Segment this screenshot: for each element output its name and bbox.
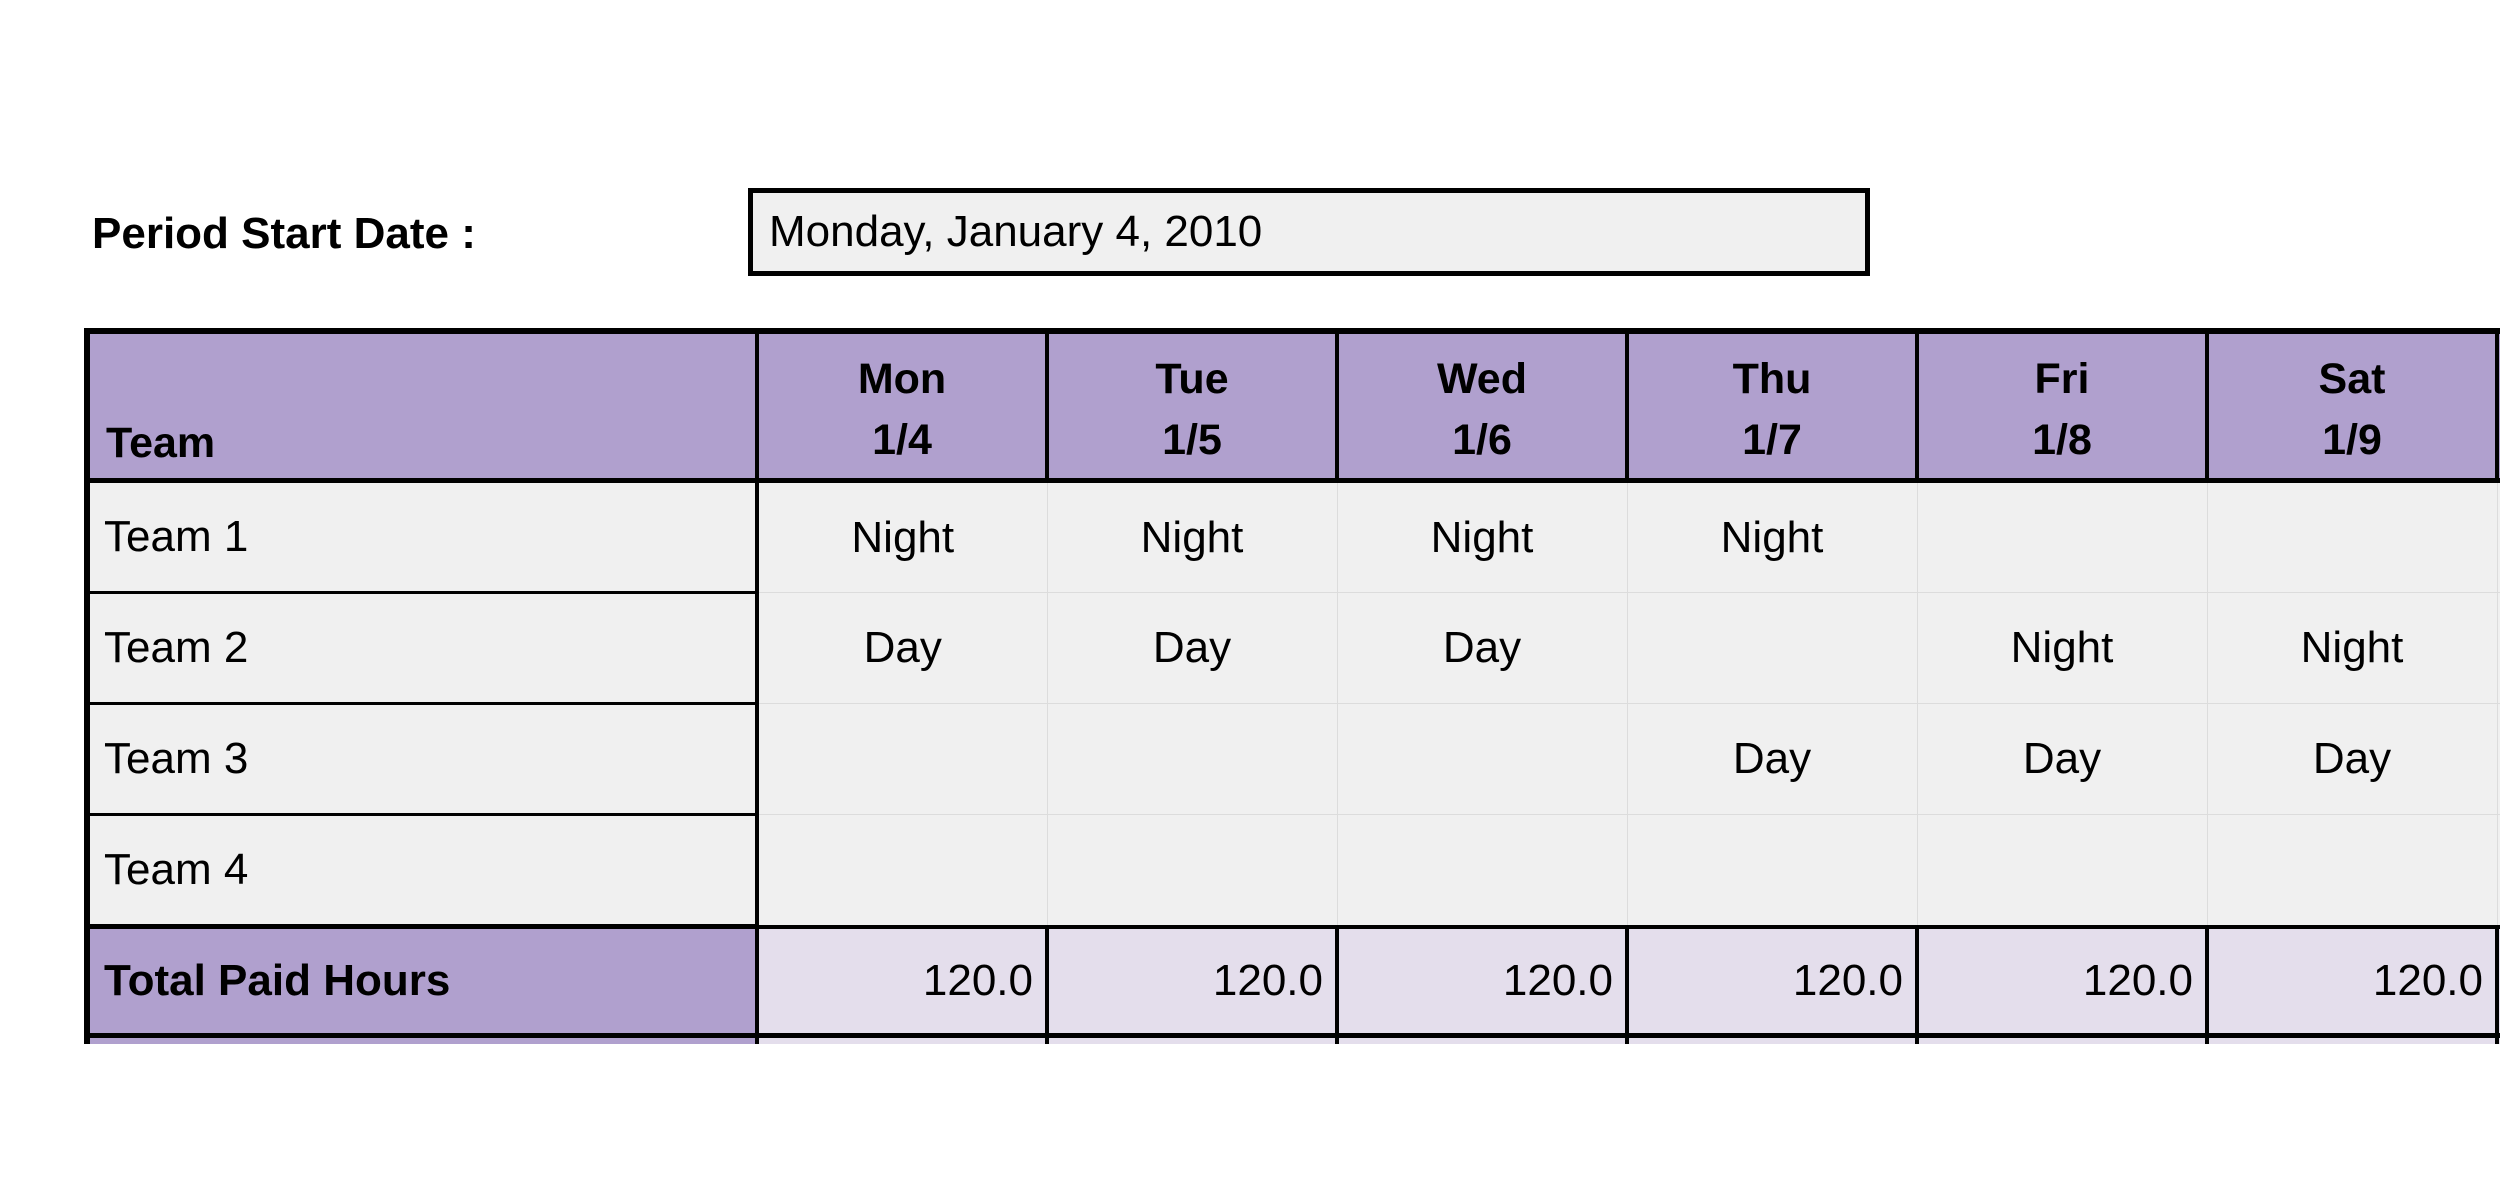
column-header-day-0: Mon 1/4 bbox=[755, 328, 1049, 483]
shift-cell-2-4[interactable]: Day bbox=[1916, 703, 2208, 815]
day-name-2: Wed bbox=[1437, 355, 1527, 403]
shift-cell-2-3[interactable]: Day bbox=[1626, 703, 1918, 815]
day-date-1: 1/5 bbox=[1162, 416, 1222, 464]
total-paid-hours-0: 120.0 bbox=[755, 924, 1049, 1038]
shift-cell-3-5[interactable] bbox=[2206, 814, 2498, 927]
shift-cell-1-0[interactable]: Day bbox=[756, 592, 1048, 704]
table-row: Team 2 Day Day Day Night Night Night bbox=[84, 591, 2500, 705]
daily-labor-cost-2: $2,340.00 bbox=[1335, 1033, 1629, 1044]
period-start-date-row: Period Start Date : Monday, January 4, 2… bbox=[0, 188, 2500, 280]
daily-labor-cost-label: Daily Labor Cost bbox=[84, 1033, 759, 1044]
shift-cell-0-0[interactable]: Night bbox=[756, 480, 1048, 593]
shift-cell-1-5[interactable]: Night bbox=[2206, 592, 2498, 704]
period-start-date-value: Monday, January 4, 2010 bbox=[769, 207, 1263, 256]
shift-cell-0-4[interactable] bbox=[1916, 480, 2208, 593]
daily-labor-cost-0: $2,340.00 bbox=[755, 1033, 1049, 1044]
day-date-2: 1/6 bbox=[1452, 416, 1512, 464]
day-name-3: Thu bbox=[1732, 355, 1812, 403]
total-paid-hours-3: 120.0 bbox=[1625, 924, 1919, 1038]
period-start-date-field[interactable]: Monday, January 4, 2010 bbox=[748, 188, 1870, 276]
schedule-grid: Team Mon 1/4 Tue 1/5 Wed 1/6 Thu 1/7 Fri… bbox=[84, 328, 2500, 1044]
shift-cell-0-1[interactable]: Night bbox=[1046, 480, 1338, 593]
day-name-1: Tue bbox=[1155, 355, 1229, 403]
shift-cell-2-2[interactable] bbox=[1336, 703, 1628, 815]
daily-labor-cost-row: Daily Labor Cost $2,340.00 $2,340.00 $2,… bbox=[84, 1033, 2500, 1044]
shift-cell-3-2[interactable] bbox=[1336, 814, 1628, 927]
day-name-0: Mon bbox=[857, 355, 947, 403]
total-paid-hours-2: 120.0 bbox=[1335, 924, 1629, 1038]
table-row: Team 1 Night Night Night Night bbox=[84, 479, 2500, 594]
column-header-day-4: Fri 1/8 bbox=[1915, 328, 2209, 483]
period-start-date-label: Period Start Date : bbox=[92, 209, 476, 258]
shift-cell-0-5[interactable] bbox=[2206, 480, 2498, 593]
shift-cell-3-4[interactable] bbox=[1916, 814, 2208, 927]
total-paid-hours-row: Total Paid Hours 120.0 120.0 120.0 120.0… bbox=[84, 924, 2500, 1038]
team-name-1: Team 2 bbox=[84, 591, 759, 705]
daily-labor-cost-1: $2,340.00 bbox=[1045, 1033, 1339, 1044]
schedule-table: Team Mon 1/4 Tue 1/5 Wed 1/6 Thu 1/7 Fri… bbox=[84, 328, 2500, 1044]
day-date-3: 1/7 bbox=[1742, 416, 1802, 464]
total-paid-hours-4: 120.0 bbox=[1915, 924, 2209, 1038]
shift-cell-1-3[interactable] bbox=[1626, 592, 1918, 704]
shift-cell-2-1[interactable] bbox=[1046, 703, 1338, 815]
shift-cell-0-3[interactable]: Night bbox=[1626, 480, 1918, 593]
column-header-day-2: Wed 1/6 bbox=[1335, 328, 1629, 483]
day-date-5: 1/9 bbox=[2322, 416, 2382, 464]
total-paid-hours-1: 120.0 bbox=[1045, 924, 1339, 1038]
total-paid-hours-5: 120.0 bbox=[2205, 924, 2499, 1038]
shift-cell-3-1[interactable] bbox=[1046, 814, 1338, 927]
day-date-4: 1/8 bbox=[2032, 416, 2092, 464]
day-name-4: Fri bbox=[2034, 355, 2090, 403]
column-header-day-1: Tue 1/5 bbox=[1045, 328, 1339, 483]
shift-cell-3-3[interactable] bbox=[1626, 814, 1918, 927]
table-row: Team 3 Day Day Day Day bbox=[84, 702, 2500, 816]
shift-cell-1-4[interactable]: Night bbox=[1916, 592, 2208, 704]
schedule-header-row: Team Mon 1/4 Tue 1/5 Wed 1/6 Thu 1/7 Fri… bbox=[84, 328, 2500, 483]
shift-cell-1-2[interactable]: Day bbox=[1336, 592, 1628, 704]
team-name-2: Team 3 bbox=[84, 702, 759, 816]
shift-cell-0-2[interactable]: Night bbox=[1336, 480, 1628, 593]
daily-labor-cost-4: $2,940.00 bbox=[1915, 1033, 2209, 1044]
column-header-day-3: Thu 1/7 bbox=[1625, 328, 1919, 483]
shift-cell-3-0[interactable] bbox=[756, 814, 1048, 927]
column-header-day-5: Sat 1/9 bbox=[2205, 328, 2499, 483]
total-paid-hours-label: Total Paid Hours bbox=[84, 924, 759, 1038]
shift-cell-2-0[interactable] bbox=[756, 703, 1048, 815]
daily-labor-cost-3: $2,640.00 bbox=[1625, 1033, 1919, 1044]
day-name-5: Sat bbox=[2318, 355, 2386, 403]
shift-cell-2-5[interactable]: Day bbox=[2206, 703, 2498, 815]
team-name-0: Team 1 bbox=[84, 479, 759, 594]
daily-labor-cost-5: $2,940.00 bbox=[2205, 1033, 2499, 1044]
day-date-0: 1/4 bbox=[872, 416, 932, 464]
column-header-team: Team bbox=[84, 328, 759, 483]
team-name-3: Team 4 bbox=[84, 813, 759, 928]
table-row: Team 4 bbox=[84, 813, 2500, 928]
shift-cell-1-1[interactable]: Day bbox=[1046, 592, 1338, 704]
